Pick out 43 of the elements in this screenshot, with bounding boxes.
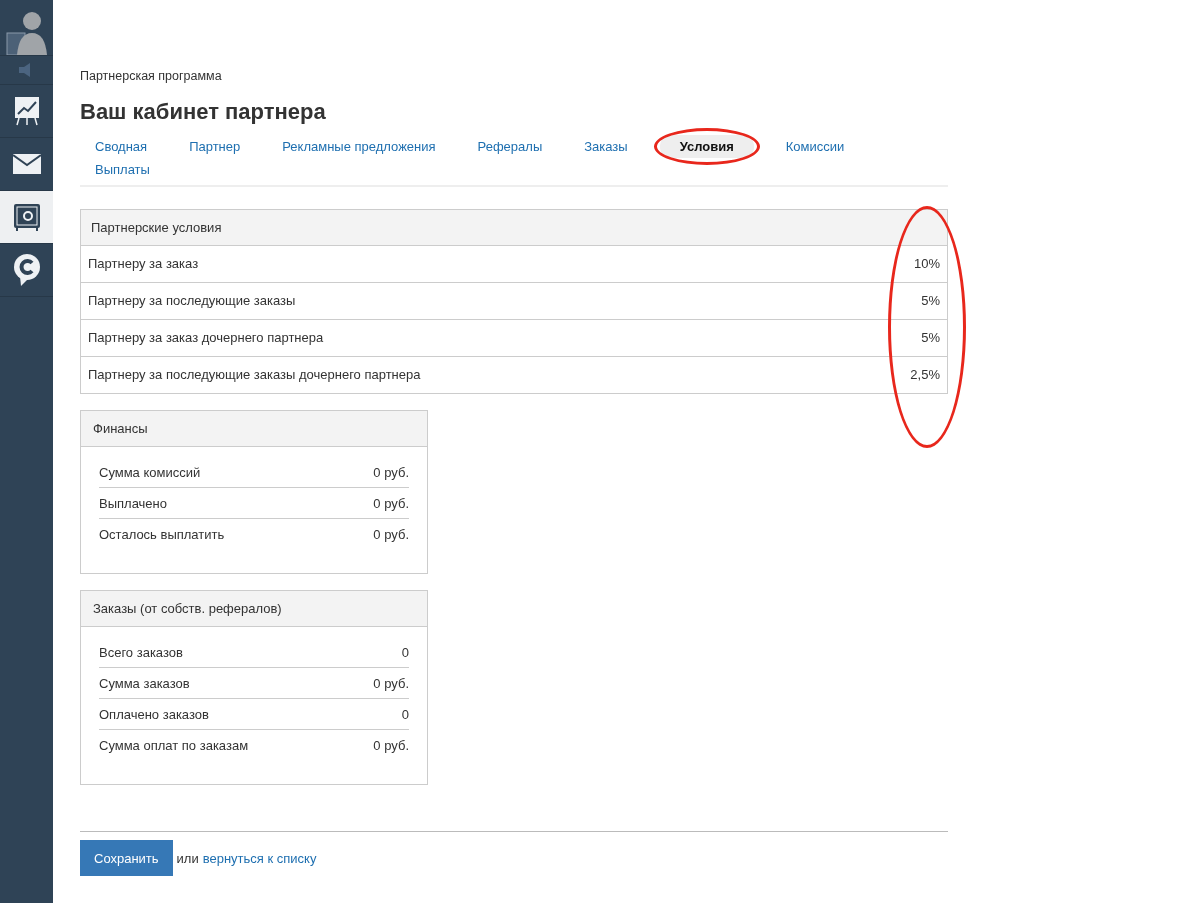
stat-label: Сумма комиссий	[99, 465, 201, 480]
tab[interactable]: Рефералы	[467, 135, 553, 158]
or-text: или	[176, 850, 199, 866]
panel-title: Финансы	[81, 411, 427, 447]
table-cell: Партнеру за заказ дочернего партнера	[88, 330, 324, 346]
panel-title: Заказы (от собств. рефералов)	[81, 591, 427, 627]
safe-icon	[12, 203, 41, 231]
breadcrumb: Партнерская программа	[80, 69, 223, 83]
stat-label: Всего заказов	[99, 645, 183, 660]
stat-label: Оплачено заказов	[99, 707, 209, 722]
stat-value: 0 руб.	[373, 676, 409, 691]
sidebar-item[interactable]	[0, 191, 53, 244]
tab[interactable]: Партнер	[179, 135, 251, 158]
save-button[interactable]: Сохранить	[80, 840, 173, 876]
chat-icon	[12, 254, 41, 286]
table-cell: Партнеру за последующие заказы	[88, 293, 296, 309]
stat-value: 0	[401, 645, 409, 660]
page-title: Ваш кабинет партнера	[80, 99, 327, 125]
tab[interactable]: Выплаты	[85, 158, 160, 181]
stat-label: Выплачено	[99, 496, 167, 511]
mail-icon	[12, 154, 41, 174]
stat-value: 0	[401, 707, 409, 722]
stat-value: 0 руб.	[373, 496, 409, 511]
table-cell: 5%	[921, 293, 940, 309]
tab[interactable]: Условия	[659, 135, 754, 158]
stat-label: Сумма оплат по заказам	[99, 738, 249, 753]
stat-value: 0 руб.	[373, 738, 409, 753]
table-header: Партнерские условия	[81, 210, 947, 246]
stat-label: Осталось выплатить	[99, 527, 225, 542]
tab[interactable]: Заказы	[574, 135, 638, 158]
chart-icon	[13, 96, 40, 126]
table-cell: 5%	[921, 330, 940, 346]
tab[interactable]: Комиссии	[775, 135, 855, 158]
stat-value: 0 руб.	[373, 465, 409, 480]
stat-label: Сумма заказов	[99, 676, 190, 691]
tab[interactable]: Сводная	[85, 135, 158, 158]
table-cell: Партнеру за последующие заказы дочернего партнера	[88, 367, 421, 383]
tab[interactable]: Рекламные предложения	[272, 135, 446, 158]
table-cell: 2,5%	[910, 367, 940, 383]
table-cell: Партнеру за заказ	[88, 256, 199, 272]
back-link[interactable]: вернуться к списку	[202, 850, 317, 866]
stat-value: 0 руб.	[373, 527, 409, 542]
table-cell: 10%	[913, 256, 940, 272]
